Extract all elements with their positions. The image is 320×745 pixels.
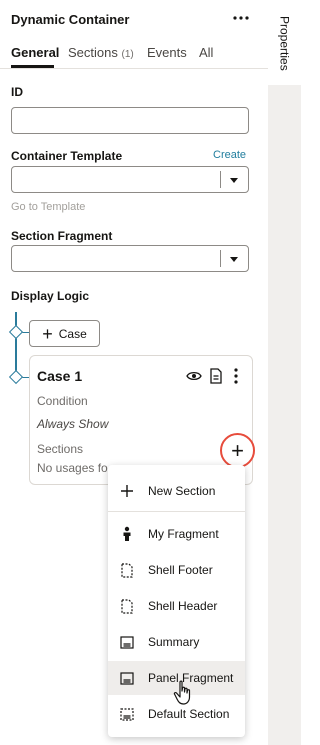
condition-value: Always Show <box>37 417 109 431</box>
menu-item-label: New Section <box>148 484 216 498</box>
menu-item-shell-header[interactable]: Shell Header <box>108 589 245 623</box>
panel-icon <box>120 634 134 650</box>
menu-divider <box>108 511 245 512</box>
menu-item-label: Default Section <box>148 707 230 721</box>
page-icon <box>120 598 134 614</box>
panel-icon <box>120 670 134 686</box>
id-input[interactable] <box>11 107 249 134</box>
add-case-label: Case <box>58 326 87 341</box>
menu-item-shell-footer[interactable]: Shell Footer <box>108 553 245 587</box>
section-fragment-select[interactable] <box>11 245 249 272</box>
select-divider <box>220 171 221 188</box>
add-section-button[interactable]: + <box>220 433 255 468</box>
hand-cursor-icon <box>173 680 195 706</box>
case-title: Case 1 <box>37 368 83 384</box>
tab-general[interactable]: General <box>11 45 59 60</box>
menu-item-label: Shell Header <box>148 599 218 613</box>
plus-icon: + <box>231 437 244 463</box>
document-icon[interactable] <box>209 368 223 384</box>
display-logic-label: Display Logic <box>11 289 90 303</box>
menu-item-label: Summary <box>148 635 200 649</box>
chevron-down-icon[interactable] <box>230 257 238 262</box>
go-to-template-link: Go to Template <box>11 201 86 213</box>
add-case-button[interactable]: + Case <box>29 320 100 347</box>
plus-icon <box>120 483 134 499</box>
condition-label: Condition <box>37 394 88 408</box>
menu-item-label: My Fragment <box>148 527 219 541</box>
container-template-label: Container Template <box>11 149 123 163</box>
more-horizontal-icon[interactable] <box>233 11 249 23</box>
section-fragment-label: Section Fragment <box>11 229 113 243</box>
id-label: ID <box>11 85 23 99</box>
chevron-down-icon[interactable] <box>230 178 238 183</box>
panel-title: Dynamic Container <box>11 12 130 27</box>
tab-events[interactable]: Events <box>147 45 187 60</box>
create-template-link[interactable]: Create <box>213 149 246 161</box>
properties-rail-label[interactable]: Properties <box>269 8 300 78</box>
side-rail <box>268 0 301 745</box>
person-icon <box>120 526 134 542</box>
dashed-panel-icon <box>120 706 134 722</box>
menu-item-new-section[interactable]: New Section <box>108 474 245 508</box>
tabs-divider <box>0 68 268 69</box>
page-icon <box>120 562 134 578</box>
tab-all[interactable]: All <box>199 45 213 60</box>
menu-item-my-fragment[interactable]: My Fragment <box>108 517 245 551</box>
menu-item-label: Shell Footer <box>148 563 213 577</box>
tab-sections[interactable]: Sections (1) <box>68 45 134 60</box>
container-template-select[interactable] <box>11 166 249 193</box>
eye-icon[interactable] <box>186 369 202 383</box>
more-vertical-icon[interactable] <box>233 367 239 385</box>
sections-value: No usages fo <box>37 461 108 475</box>
sections-label: Sections <box>37 442 84 456</box>
tab-sections-count: (1) <box>121 49 134 60</box>
tree-connector <box>15 312 17 378</box>
menu-item-summary[interactable]: Summary <box>108 625 245 659</box>
plus-icon: + <box>42 323 53 344</box>
select-divider <box>220 250 221 267</box>
